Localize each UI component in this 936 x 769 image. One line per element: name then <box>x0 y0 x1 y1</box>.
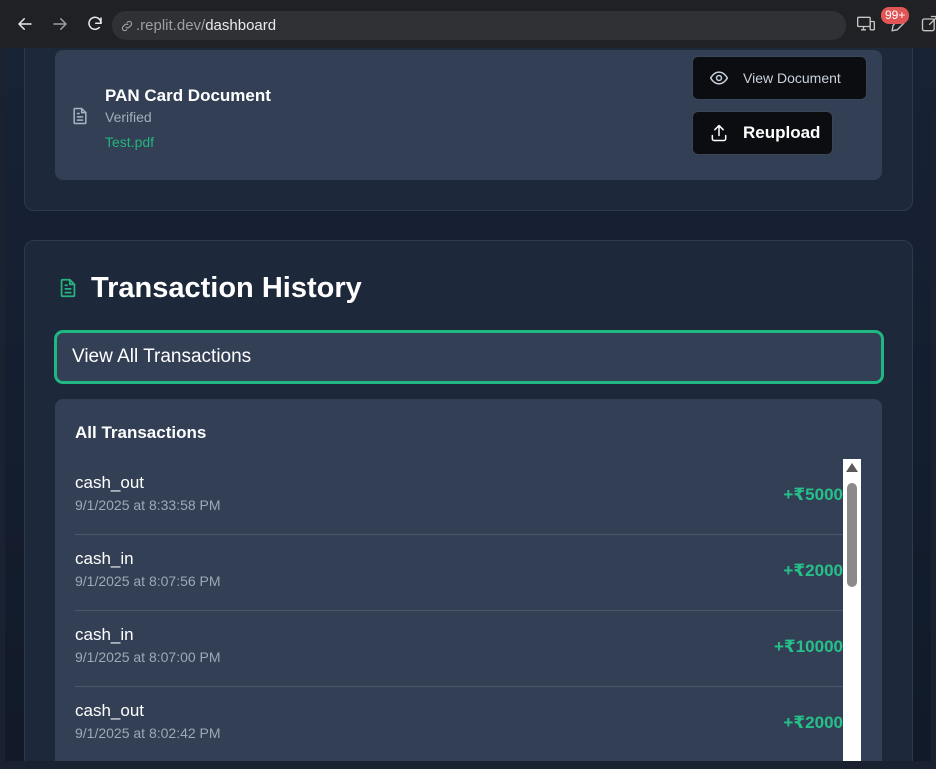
devices-icon[interactable] <box>856 14 876 34</box>
transaction-time: 9/1/2025 at 8:33:58 PM <box>75 497 221 513</box>
back-icon[interactable] <box>13 12 37 36</box>
transaction-type: cash_in <box>75 549 134 568</box>
reupload-button[interactable]: Reupload <box>692 111 833 155</box>
transaction-row: cash_out 9/1/2025 at 8:33:58 PM +₹5000 <box>75 459 843 535</box>
document-item: PAN Card Document Verified Test.pdf View… <box>55 50 882 180</box>
transactions-heading: All Transactions <box>75 423 207 442</box>
transaction-list-scrollbar[interactable] <box>843 459 861 761</box>
notification-badge: 99+ <box>881 7 910 24</box>
file-icon <box>70 106 90 126</box>
scrollbar-thumb[interactable] <box>847 483 857 587</box>
reupload-label: Reupload <box>743 123 821 142</box>
transaction-time: 9/1/2025 at 8:07:56 PM <box>75 573 221 589</box>
transaction-history-card: Transaction History View All Transaction… <box>24 240 913 761</box>
transaction-type: cash_out <box>75 473 144 492</box>
upload-icon <box>711 124 727 142</box>
transaction-amount: +₹2000 <box>783 713 843 732</box>
transaction-list[interactable]: cash_out 9/1/2025 at 8:33:58 PM +₹5000 c… <box>75 459 843 761</box>
transactions-panel: All Transactions cash_out 9/1/2025 at 8:… <box>55 399 882 761</box>
file-text-icon <box>57 276 79 300</box>
url-path: dashboard <box>205 17 277 34</box>
document-file-link[interactable]: Test.pdf <box>105 134 154 150</box>
document-title: PAN Card Document <box>105 86 271 105</box>
transaction-time: 9/1/2025 at 8:07:00 PM <box>75 649 221 665</box>
url-host: .replit.dev/ <box>136 17 206 34</box>
link-icon <box>121 20 133 31</box>
transaction-amount: +₹10000 <box>773 637 843 656</box>
forward-icon[interactable] <box>48 12 72 36</box>
transaction-type: cash_in <box>75 625 134 644</box>
browser-toolbar: .replit.dev/dashboard 99+ <box>0 0 936 48</box>
scroll-up-arrow-icon[interactable] <box>846 463 858 472</box>
documents-card: PAN Card Document Verified Test.pdf View… <box>24 48 913 211</box>
transaction-type: cash_out <box>75 701 144 720</box>
document-status: Verified <box>105 109 152 125</box>
transaction-row: cash_out 9/1/2025 at 8:02:42 PM +₹2000 <box>75 687 843 761</box>
section-title: Transaction History <box>91 272 362 304</box>
transaction-amount: +₹2000 <box>783 561 843 580</box>
transaction-row: cash_in 9/1/2025 at 8:07:00 PM +₹10000 <box>75 611 843 687</box>
view-document-button[interactable]: View Document <box>692 56 867 100</box>
transaction-time: 9/1/2025 at 8:02:42 PM <box>75 725 221 741</box>
external-link-icon[interactable] <box>920 14 936 34</box>
transaction-row: cash_in 9/1/2025 at 8:07:56 PM +₹2000 <box>75 535 843 611</box>
eye-icon <box>709 71 729 85</box>
address-bar[interactable]: .replit.dev/dashboard <box>112 11 846 40</box>
transaction-amount: +₹5000 <box>783 485 843 504</box>
view-all-transactions-button[interactable]: View All Transactions <box>54 330 884 384</box>
dashboard-page: PAN Card Document Verified Test.pdf View… <box>5 48 931 761</box>
view-document-label: View Document <box>743 70 841 86</box>
reload-icon[interactable] <box>83 12 107 36</box>
